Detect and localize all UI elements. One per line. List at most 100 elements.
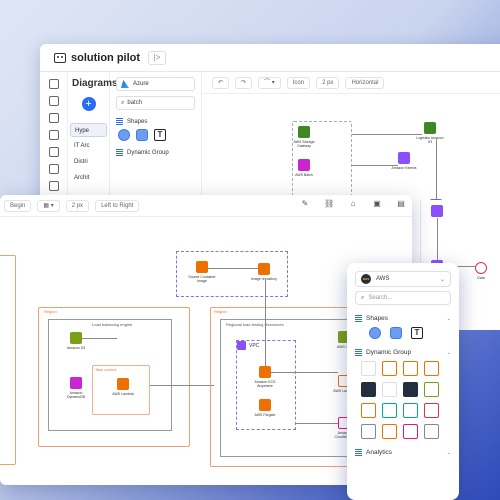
canvas-toolbar: Begin ▦ ▾ 2 px Left to Right ✎ ⛓ ⌂ ▣ ▤: [0, 195, 412, 217]
image-icon[interactable]: ▣: [372, 199, 382, 209]
ecs-icon[interactable]: [259, 366, 271, 378]
search-input[interactable]: ⌕ Search...: [355, 291, 451, 305]
connector-style-select[interactable]: ⌒ ▾: [258, 76, 281, 89]
frame-icon[interactable]: [49, 130, 59, 140]
node-label: Logistics Amazon S3: [416, 136, 444, 144]
connector[interactable]: [352, 134, 422, 135]
square-shape[interactable]: [136, 129, 148, 141]
stroke-select[interactable]: 2 px: [65, 199, 90, 212]
subnet-group-icon[interactable]: [403, 361, 418, 376]
shapes-label: Shapes: [127, 118, 148, 125]
grid-icon: [116, 149, 123, 156]
s3-icon[interactable]: [70, 332, 82, 344]
node-label: AWS Fargate: [254, 413, 276, 417]
api-gateway-icon[interactable]: [431, 205, 443, 217]
autoscale-group-icon[interactable]: [424, 361, 439, 376]
canvas-toolbar: ↶ ↷ ⌒ ▾ Icon 2 px Horizontal: [202, 72, 500, 94]
task-frame[interactable]: [92, 365, 150, 415]
connector[interactable]: [271, 372, 338, 373]
save-icon[interactable]: ▤: [396, 199, 406, 209]
connector[interactable]: [296, 423, 338, 424]
stroke-select[interactable]: 2 px: [316, 76, 340, 89]
ec2-group-icon[interactable]: [361, 403, 376, 418]
table-icon[interactable]: [49, 164, 59, 174]
lambda-icon[interactable]: [117, 378, 129, 390]
region-label: Region: [44, 309, 57, 314]
shapes-section-header[interactable]: Shapes ⌄: [355, 315, 451, 322]
batch-icon[interactable]: [298, 159, 310, 171]
provider-select[interactable]: aws AWS ⌄: [355, 271, 451, 287]
connector[interactable]: [265, 280, 266, 366]
link-icon[interactable]: ⛓: [324, 199, 334, 209]
cloud-outline-group-icon[interactable]: [382, 382, 397, 397]
connector[interactable]: [437, 218, 438, 260]
circle-shape[interactable]: [369, 327, 381, 339]
cloud-group-icon[interactable]: [361, 361, 376, 376]
fargate-icon[interactable]: [259, 399, 271, 411]
connector[interactable]: [352, 165, 398, 166]
square-shape[interactable]: [390, 327, 402, 339]
security-group-icon[interactable]: [424, 403, 439, 418]
connector[interactable]: [150, 385, 214, 386]
line-style-select[interactable]: ▦ ▾: [37, 199, 60, 212]
layout-select[interactable]: Horizontal: [345, 76, 385, 89]
region-group-icon[interactable]: [382, 361, 397, 376]
kinesis-icon[interactable]: [398, 152, 410, 164]
connector[interactable]: [82, 338, 117, 339]
circle-shape[interactable]: [118, 129, 130, 141]
vpc-group-icon[interactable]: [424, 382, 439, 397]
spot-fleet-icon[interactable]: [382, 424, 397, 439]
diagram-item[interactable]: Hype: [70, 123, 107, 137]
chevron-down-icon: ⌄: [446, 449, 451, 456]
layout-icon[interactable]: [49, 113, 59, 123]
sidebar-toggle-button[interactable]: |>: [148, 50, 167, 65]
group-label: Regional load testing Resources: [226, 322, 284, 327]
analytics-section-header[interactable]: Analytics ⌄: [355, 449, 451, 456]
color-select[interactable]: Icon: [286, 76, 311, 89]
diagram-item[interactable]: IT Arc: [70, 139, 107, 153]
public-subnet-icon[interactable]: [403, 403, 418, 418]
home-icon[interactable]: [49, 79, 59, 89]
corporate-datacenter-icon[interactable]: [424, 424, 439, 439]
connector[interactable]: [436, 139, 437, 199]
task-label: Task control: [95, 367, 117, 372]
text-shape[interactable]: T: [411, 327, 423, 339]
add-diagram-button[interactable]: +: [81, 97, 96, 111]
aws-cloud-group-icon[interactable]: [361, 382, 376, 397]
region-frame[interactable]: [0, 255, 16, 465]
aws-shape-library-panel: aws AWS ⌄ ⌕ Search... Shapes ⌄ T Dynamic…: [347, 263, 459, 500]
data-icon[interactable]: [475, 262, 487, 274]
dynamodb-icon[interactable]: [70, 377, 82, 389]
diagram-item[interactable]: Archit: [70, 171, 107, 185]
dynamic-group-section-header[interactable]: Dynamic Group: [116, 149, 195, 156]
arrow-style-select[interactable]: Begin: [4, 199, 32, 212]
shield-icon[interactable]: ⌂: [348, 199, 358, 209]
account-group-icon[interactable]: [403, 382, 418, 397]
frame-label: Load balancing engine: [92, 322, 133, 327]
image-repository-icon[interactable]: [258, 263, 270, 275]
step-function-icon[interactable]: [403, 424, 418, 439]
connector[interactable]: [208, 268, 258, 269]
search-value: batch: [127, 100, 143, 106]
container-image-icon[interactable]: [196, 261, 208, 273]
direction-select[interactable]: Left to Right: [95, 199, 140, 212]
storage-gateway-icon[interactable]: [298, 126, 310, 138]
connector-icon[interactable]: [49, 147, 59, 157]
server-group-icon[interactable]: [361, 424, 376, 439]
text-shape[interactable]: T: [154, 129, 166, 141]
bulb-icon[interactable]: [49, 96, 59, 106]
search-input[interactable]: ⌕ batch: [116, 96, 195, 110]
shapes-section-header[interactable]: Shapes: [116, 118, 195, 125]
dynamic-group-label: Dynamic Group: [127, 149, 169, 156]
s3-icon[interactable]: [424, 122, 436, 134]
undo-button[interactable]: ↶: [212, 76, 230, 89]
provider-select[interactable]: Azure: [116, 77, 195, 91]
redo-button[interactable]: ↷: [235, 76, 253, 89]
settings-icon[interactable]: [49, 181, 59, 191]
pen-icon[interactable]: ✎: [300, 199, 310, 209]
diagram-item[interactable]: Distri: [70, 155, 107, 169]
node-label: AWS Storage Gateway: [293, 140, 315, 148]
dynamic-group-section-header[interactable]: Dynamic Group ⌄: [355, 349, 451, 356]
private-subnet-icon[interactable]: [382, 403, 397, 418]
container-group[interactable]: [176, 251, 288, 297]
